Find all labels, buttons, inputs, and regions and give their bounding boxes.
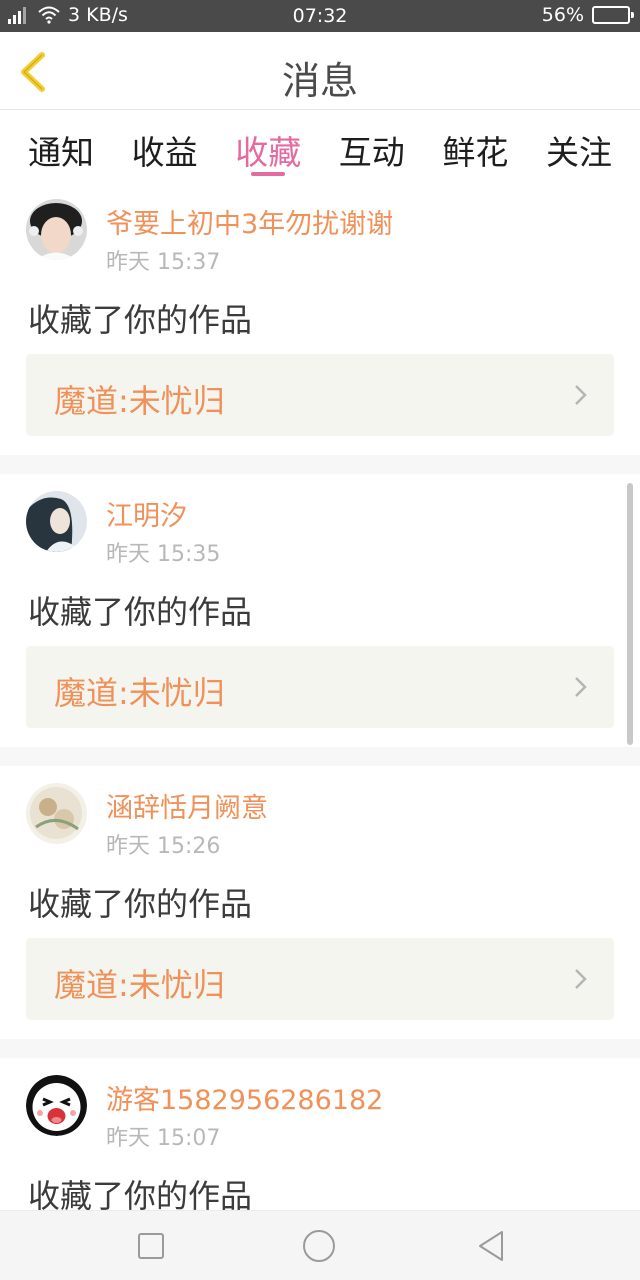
message-action: 收藏了你的作品 xyxy=(28,301,253,339)
app-header: 消息 xyxy=(0,32,640,110)
battery-percent: 56% xyxy=(541,4,584,26)
work-link[interactable]: 魔道:未忧归 xyxy=(26,354,614,436)
list-item[interactable]: 游客1582956286182 昨天 15:07 收藏了你的作品 xyxy=(0,1058,640,1210)
avatar[interactable] xyxy=(26,1075,87,1136)
tab-favorites[interactable]: 收藏 xyxy=(233,110,303,182)
message-time: 昨天 15:35 xyxy=(106,542,221,567)
tab-follow[interactable]: 关注 xyxy=(544,110,614,182)
work-title: 魔道:未忧归 xyxy=(54,382,225,420)
work-link[interactable]: 魔道:未忧归 xyxy=(26,938,614,1020)
tab-bar: 通知 收益 收藏 互动 鲜花 关注 xyxy=(0,110,640,182)
chevron-right-icon xyxy=(575,385,587,405)
tab-notify[interactable]: 通知 xyxy=(26,110,96,182)
message-time: 昨天 15:37 xyxy=(106,250,221,275)
chevron-right-icon xyxy=(575,677,587,697)
message-time: 昨天 15:26 xyxy=(106,834,221,859)
username[interactable]: 涵辞恬月阙意 xyxy=(106,786,268,825)
username[interactable]: 游客1582956286182 xyxy=(106,1078,383,1117)
status-bar: 3 KB/s 07:32 56% xyxy=(0,0,640,32)
tab-flowers[interactable]: 鲜花 xyxy=(440,110,510,182)
battery-icon xyxy=(592,6,634,24)
list-item[interactable]: 爷要上初中3年勿扰谢谢 昨天 15:37 收藏了你的作品 魔道:未忧归 xyxy=(0,182,640,455)
message-action: 收藏了你的作品 xyxy=(28,1177,253,1210)
circle-icon[interactable] xyxy=(302,1229,336,1263)
page-title: 消息 xyxy=(281,59,358,103)
avatar[interactable] xyxy=(26,783,87,844)
square-icon[interactable] xyxy=(134,1229,168,1263)
chevron-right-icon xyxy=(575,969,587,989)
message-action: 收藏了你的作品 xyxy=(28,885,253,923)
tab-earnings[interactable]: 收益 xyxy=(130,110,200,182)
system-nav-bar xyxy=(0,1210,640,1280)
work-title: 魔道:未忧归 xyxy=(54,966,225,1004)
avatar[interactable] xyxy=(26,199,87,260)
avatar[interactable] xyxy=(26,491,87,552)
list-item[interactable]: 江明汐 昨天 15:35 收藏了你的作品 魔道:未忧归 xyxy=(0,474,640,747)
message-time: 昨天 15:07 xyxy=(106,1126,221,1151)
list-item[interactable]: 涵辞恬月阙意 昨天 15:26 收藏了你的作品 魔道:未忧归 xyxy=(0,766,640,1039)
username[interactable]: 爷要上初中3年勿扰谢谢 xyxy=(106,202,393,241)
work-link[interactable]: 魔道:未忧归 xyxy=(26,646,614,728)
scrollbar[interactable] xyxy=(627,483,633,745)
status-right: 56% xyxy=(541,4,634,26)
work-title: 魔道:未忧归 xyxy=(54,674,225,712)
message-list[interactable]: 爷要上初中3年勿扰谢谢 昨天 15:37 收藏了你的作品 魔道:未忧归 江明汐 … xyxy=(0,182,640,1210)
tab-interaction[interactable]: 互动 xyxy=(337,110,407,182)
message-action: 收藏了你的作品 xyxy=(28,593,253,631)
username[interactable]: 江明汐 xyxy=(106,494,187,533)
triangle-back-icon[interactable] xyxy=(474,1229,508,1263)
